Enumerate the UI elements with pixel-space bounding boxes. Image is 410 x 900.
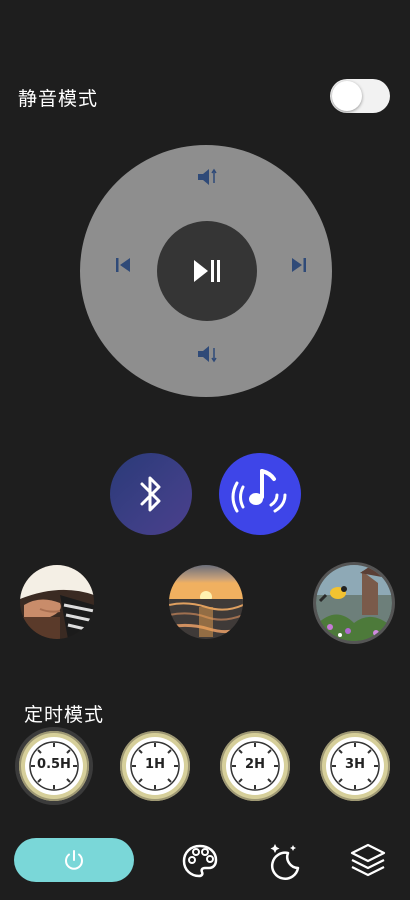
mute-toggle[interactable] bbox=[330, 79, 390, 113]
timer-option-label: 0.5H bbox=[37, 757, 71, 772]
bluetooth-icon bbox=[140, 476, 161, 512]
play-pause-button[interactable] bbox=[157, 221, 257, 321]
timer-option-0.5h[interactable]: 0.5H bbox=[19, 731, 89, 801]
music-button[interactable] bbox=[219, 453, 301, 535]
mute-mode-label: 静音模式 bbox=[18, 88, 99, 110]
timer-option-label: 1H bbox=[145, 757, 165, 772]
volume-down-icon[interactable] bbox=[193, 340, 221, 368]
timer-option-1h[interactable]: 1H bbox=[120, 731, 190, 801]
next-track-icon[interactable] bbox=[288, 254, 310, 276]
timer-mode-label: 定时模式 bbox=[24, 704, 105, 726]
power-icon bbox=[65, 850, 83, 870]
scene-birds[interactable] bbox=[316, 565, 392, 641]
toggle-knob bbox=[332, 81, 362, 111]
play-pause-icon bbox=[194, 260, 220, 282]
power-button[interactable] bbox=[14, 838, 134, 882]
scene-sunset-sea[interactable] bbox=[169, 565, 243, 639]
previous-track-icon[interactable] bbox=[112, 254, 134, 276]
scene-piano[interactable] bbox=[20, 565, 94, 639]
volume-up-icon[interactable] bbox=[193, 163, 221, 191]
moon-stars-icon[interactable] bbox=[264, 840, 304, 880]
timer-option-label: 2H bbox=[245, 757, 265, 772]
music-note-icon bbox=[231, 469, 287, 513]
layers-icon[interactable] bbox=[348, 840, 388, 880]
bluetooth-button[interactable] bbox=[110, 453, 192, 535]
timer-option-2h[interactable]: 2H bbox=[220, 731, 290, 801]
timer-option-label: 3H bbox=[345, 757, 365, 772]
palette-icon[interactable] bbox=[180, 841, 220, 881]
timer-option-3h[interactable]: 3H bbox=[320, 731, 390, 801]
